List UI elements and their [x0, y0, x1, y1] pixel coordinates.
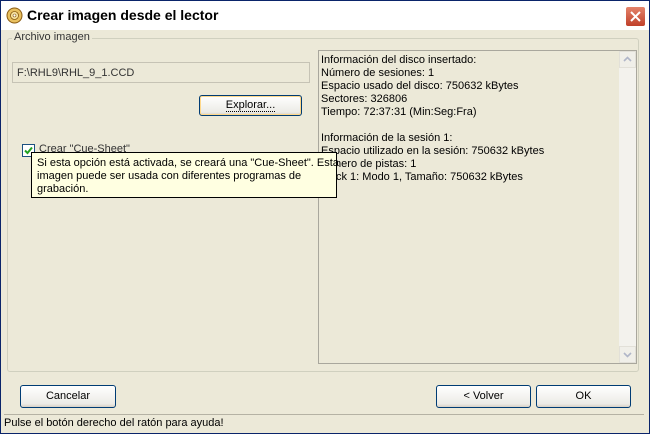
ok-button[interactable]: OK: [536, 385, 631, 408]
info-line: Información del disco insertado:: [321, 54, 477, 66]
dialog-window: Crear imagen desde el lector Archivo ima…: [0, 0, 650, 434]
tooltip-line: grabación.: [37, 183, 89, 195]
tooltip-line: imagen puede ser usada con diferentes pr…: [37, 170, 302, 182]
info-line: mero de pistas: 1: [332, 158, 417, 170]
info-line: Espacio utilizado en la sesión: 750632 k…: [321, 145, 545, 157]
info-line: Sectores: 326806: [321, 93, 408, 105]
info-line: Tiempo: 72:37:31 (Min:Seg:Fra): [321, 106, 477, 118]
chevron-up-icon: [623, 56, 632, 62]
disc-info-box[interactable]: Información del disco insertado: Número …: [318, 50, 637, 364]
info-line: Información de la sesión 1:: [321, 132, 453, 144]
window-title: Crear imagen desde el lector: [27, 7, 219, 23]
disc-burner-icon: [6, 7, 23, 24]
scroll-up-button[interactable]: [619, 51, 636, 68]
back-button[interactable]: < Volver: [436, 385, 531, 408]
info-line: ck 1: Modo 1, Tamaño: 750632 kBytes: [336, 171, 523, 183]
info-line: Número de sesiones: 1: [321, 67, 435, 79]
close-button[interactable]: [625, 6, 646, 27]
group-label: Archivo imagen: [12, 31, 92, 43]
status-bar: Pulse el botón derecho del ratón para ay…: [4, 414, 644, 433]
explore-button[interactable]: Explorar...: [199, 95, 302, 116]
tooltip-line: Si esta opción está activada, se creará …: [37, 157, 339, 169]
info-line: Espacio usado del disco: 750632 kBytes: [321, 80, 519, 92]
cue-sheet-tooltip: Si esta opción está activada, se creará …: [31, 152, 339, 198]
disc-info-text: Información del disco insertado: Número …: [321, 54, 544, 184]
info-line: [321, 119, 544, 132]
explore-button-label: Explorar...: [225, 99, 276, 112]
image-path-field[interactable]: F:\RHL9\RHL_9_1.CCD: [12, 62, 310, 83]
cancel-button[interactable]: Cancelar: [20, 385, 116, 408]
scroll-down-button[interactable]: [619, 346, 636, 363]
title-bar[interactable]: Crear imagen desde el lector: [1, 1, 649, 30]
info-scrollbar[interactable]: [619, 51, 636, 363]
close-icon: [630, 11, 641, 22]
chevron-down-icon: [623, 352, 632, 358]
